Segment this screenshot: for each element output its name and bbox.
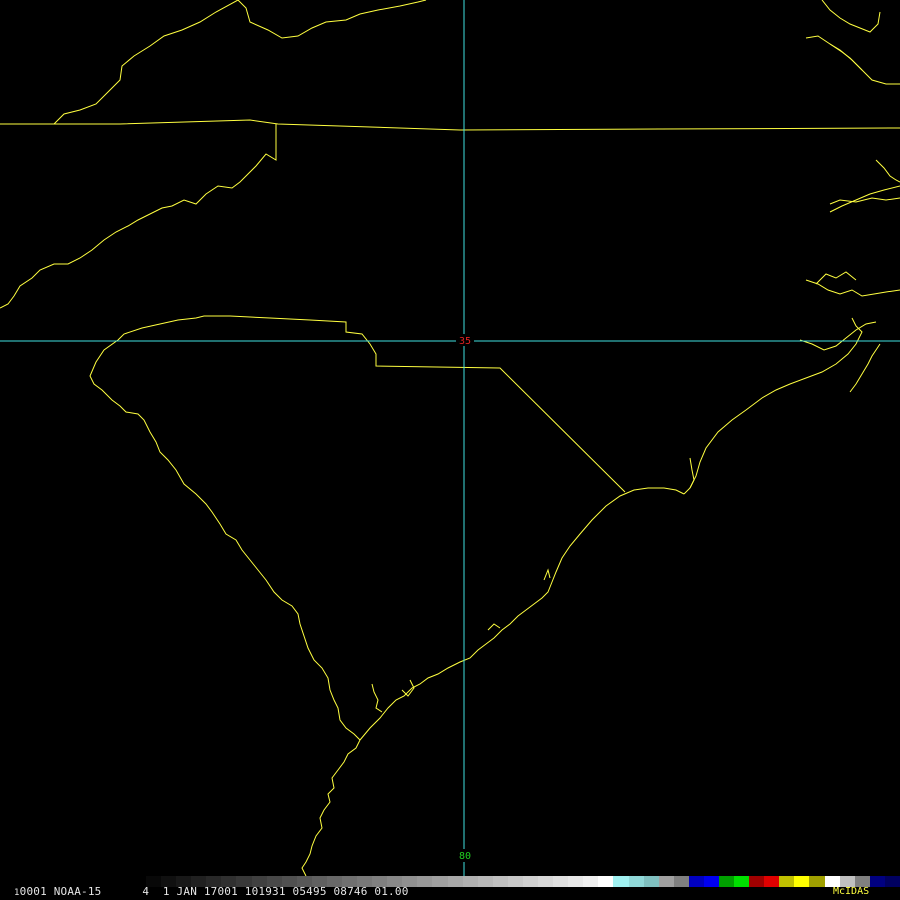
colorbar-swatch: [432, 876, 448, 887]
colorbar-swatch: [779, 876, 795, 887]
colorbar-swatch: [462, 876, 478, 887]
colorbar-swatch: [477, 876, 493, 887]
colorbar-swatch: [522, 876, 539, 887]
latitude-label: 35: [459, 336, 471, 347]
colorbar-swatch: [703, 876, 719, 887]
colorbar-swatch: [613, 876, 629, 887]
colorbar-swatch: [583, 876, 599, 887]
image-metadata: 0001 NOAA-15 4 1 JAN 17001 101931 05495 …: [19, 885, 409, 898]
colorbar-swatch: [492, 876, 508, 887]
longitude-label: 80: [459, 851, 471, 862]
colorbar-swatch: [809, 876, 825, 887]
mcidas-logo: McIDAS: [833, 886, 870, 897]
colorbar-swatch: [568, 876, 584, 887]
colorbar-swatch: [884, 876, 900, 887]
colorbar-swatch: [507, 876, 523, 887]
colorbar-swatch: [688, 876, 704, 887]
colorbar-swatch: [869, 876, 885, 887]
colorbar-swatch: [673, 876, 689, 887]
colorbar-swatch: [658, 876, 674, 887]
colorbar-swatch: [598, 876, 614, 887]
image-info-line: 10001 NOAA-15 4 1 JAN 17001 101931 05495…: [14, 885, 409, 898]
colorbar-swatch: [794, 876, 810, 887]
colorbar-swatch: [764, 876, 780, 887]
colorbar-swatch: [643, 876, 659, 887]
colorbar-swatch: [447, 876, 463, 887]
colorbar-swatch: [553, 876, 569, 887]
colorbar-swatch: [718, 876, 735, 887]
colorbar-swatch: [538, 876, 554, 887]
colorbar-swatch: [417, 876, 433, 887]
colorbar-swatch: [749, 876, 765, 887]
map-canvas: 35 80: [0, 0, 900, 900]
colorbar-swatch: [628, 876, 644, 887]
colorbar-swatch: [734, 876, 750, 887]
